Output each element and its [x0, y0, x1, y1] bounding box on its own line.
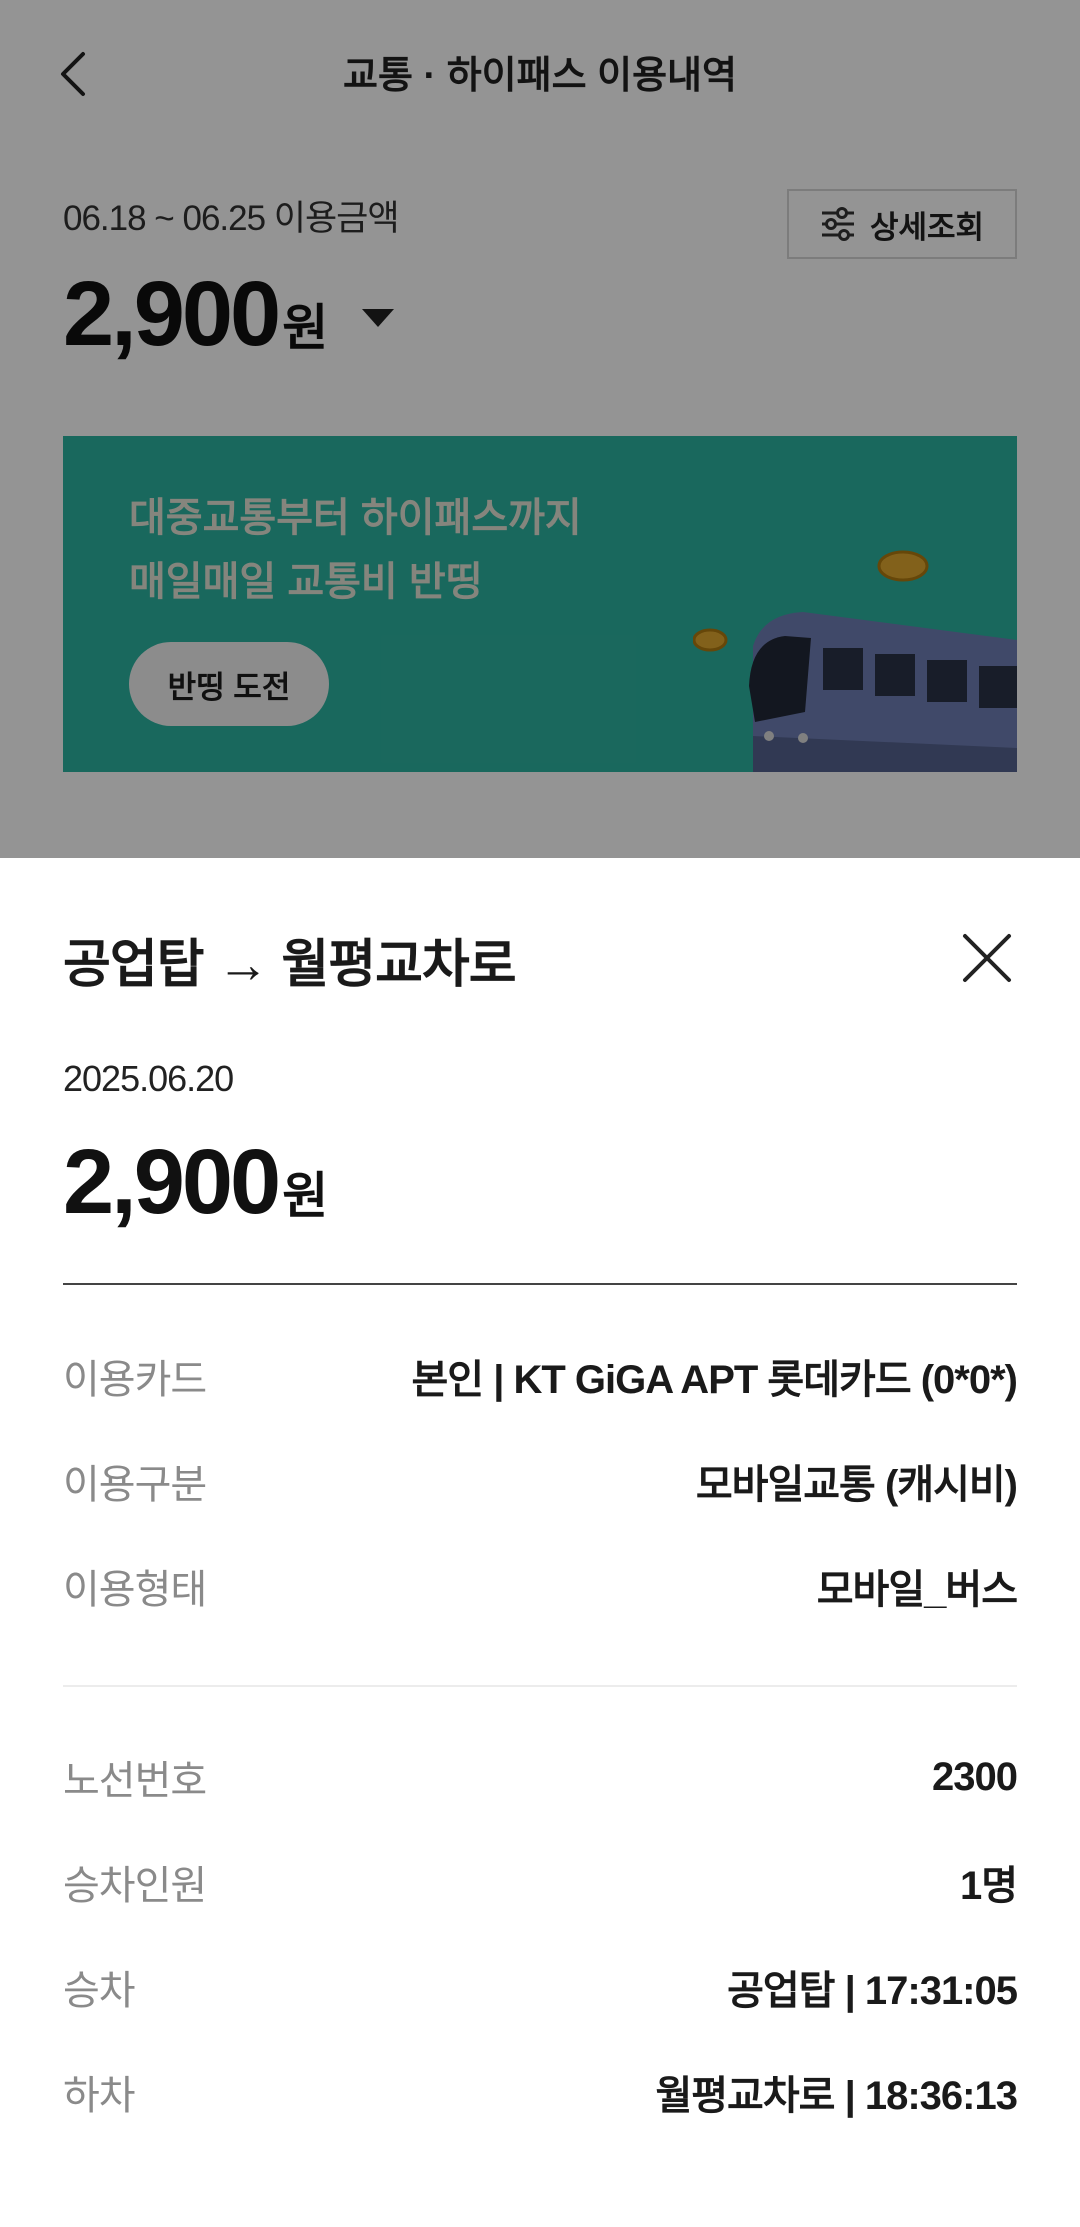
info-value: 월평교차로 | 18:36:13: [655, 2074, 1018, 2118]
trip-detail-sheet: 공업탑 → 월평교차로 2025.06.20 2,900 원 이용카드 본인 |…: [0, 858, 1080, 2227]
trip-route-title: 공업탑 → 월평교차로: [63, 936, 517, 994]
trip-amount: 2,900 원: [63, 1130, 328, 1235]
divider: [63, 1685, 1017, 1687]
info-label: 승차인원: [63, 1864, 207, 1908]
info-label: 하차: [63, 2074, 136, 2118]
info-row-card: 이용카드 본인 | KT GiGA APT 롯데카드 (0*0*): [63, 1346, 1018, 1406]
info-row-category: 이용구분 모바일교통 (캐시비): [63, 1451, 1018, 1511]
info-value: 2300: [932, 1754, 1018, 1799]
info-value: 모바일_버스: [816, 1568, 1018, 1612]
trip-amount-value: 2,900: [63, 1131, 281, 1233]
info-row-type: 이용형태 모바일_버스: [63, 1556, 1018, 1616]
info-row-route-number: 노선번호 2300: [63, 1747, 1018, 1807]
trip-amount-unit: 원: [282, 1168, 329, 1224]
info-row-passengers: 승차인원 1명: [63, 1852, 1018, 1912]
info-value: 공업탑 | 17:31:05: [727, 1969, 1018, 2013]
info-label: 이용구분: [63, 1463, 207, 1507]
info-label: 노선번호: [63, 1759, 207, 1803]
info-value: 본인 | KT GiGA APT 롯데카드 (0*0*): [411, 1358, 1018, 1402]
info-label: 승차: [63, 1969, 136, 2013]
info-row-boarding: 승차 공업탑 | 17:31:05: [63, 1957, 1018, 2017]
info-label: 이용카드: [63, 1358, 207, 1402]
info-value: 1명: [959, 1864, 1018, 1908]
info-row-alighting: 하차 월평교차로 | 18:36:13: [63, 2062, 1018, 2122]
close-icon: [963, 934, 1011, 982]
info-label: 이용형태: [63, 1568, 207, 1612]
trip-date: 2025.06.20: [63, 1058, 234, 1099]
divider: [63, 1283, 1017, 1285]
info-value: 모바일교통 (캐시비): [695, 1463, 1018, 1507]
close-button[interactable]: [955, 926, 1019, 990]
